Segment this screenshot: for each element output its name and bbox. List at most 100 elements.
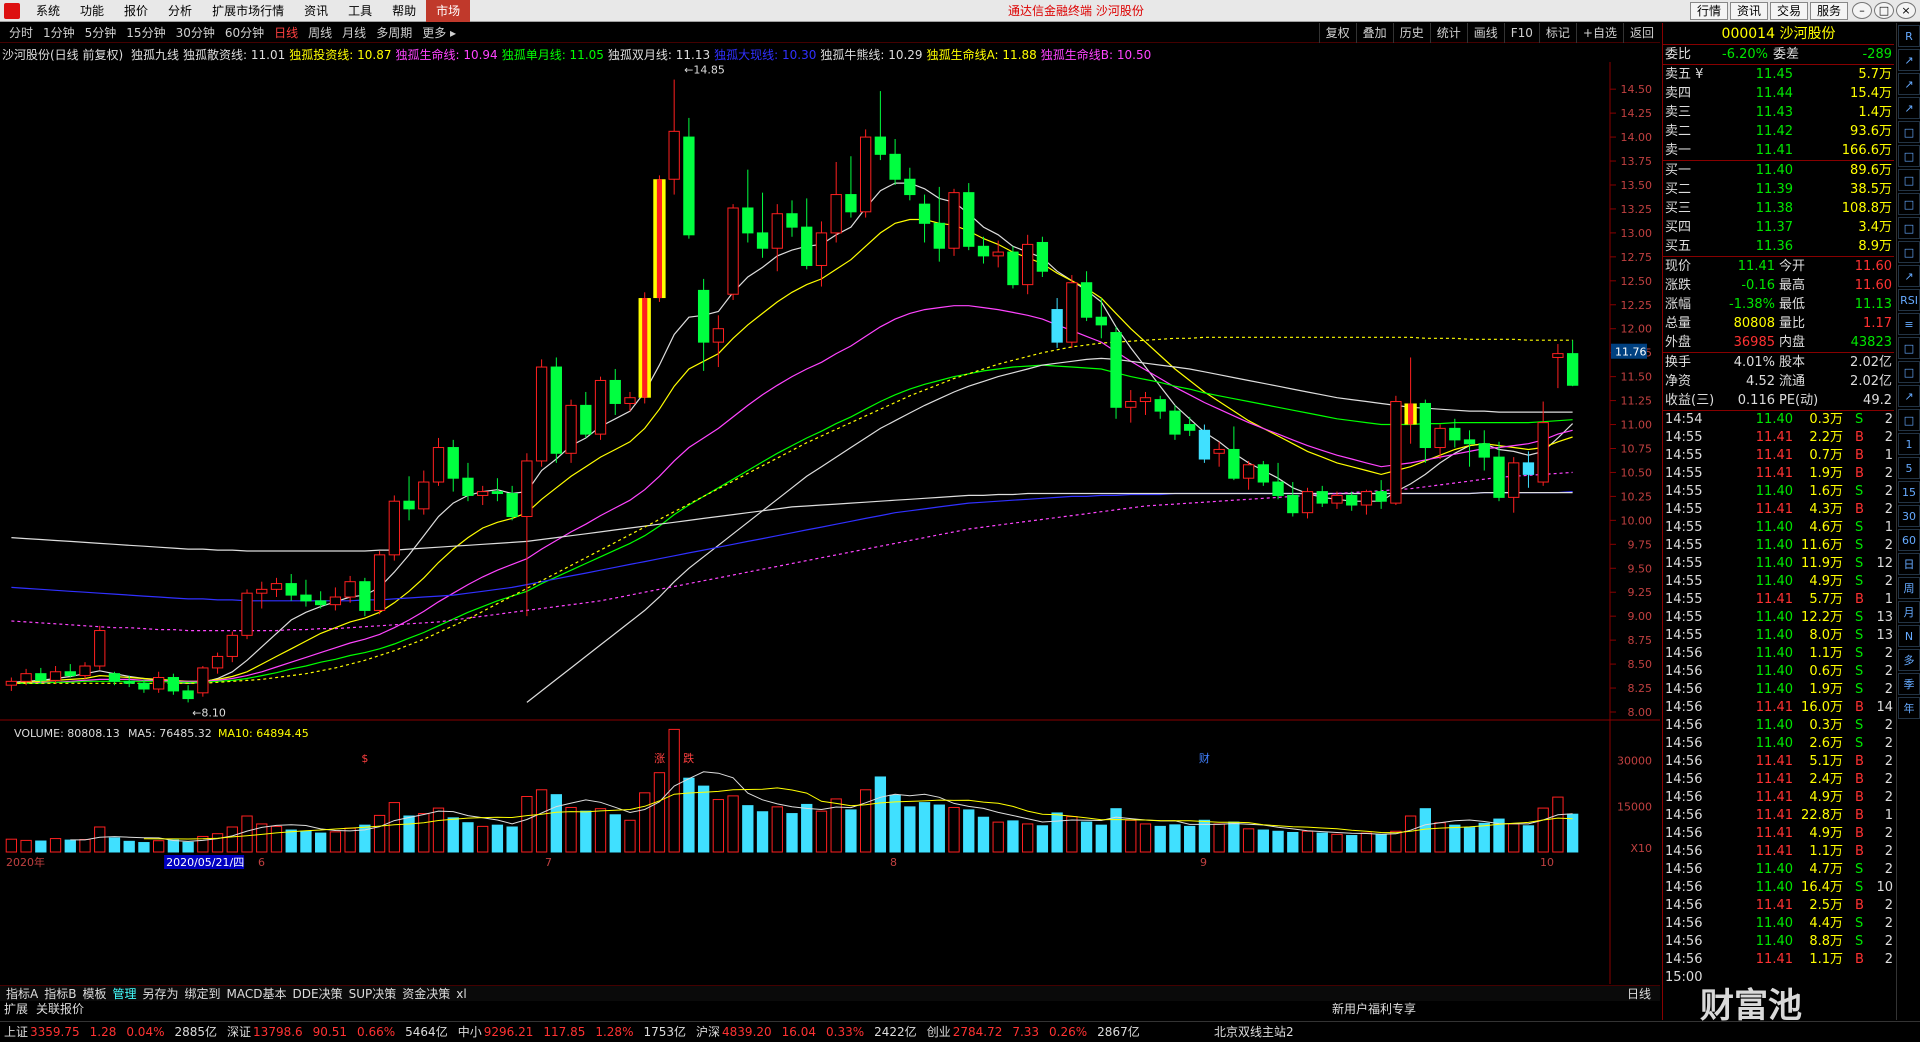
bids-row[interactable]: 买二 11.39 38.5万 — [1663, 180, 1894, 199]
event-marker[interactable]: 财 — [1199, 751, 1210, 765]
strip-tool-icon[interactable]: ↗ — [1898, 49, 1920, 71]
indicator-tab[interactable]: MACD基本 — [224, 986, 290, 1001]
index-quote[interactable]: 沪深 4839.20 16.04 0.33% 2422亿 — [696, 1022, 917, 1042]
menu-tools[interactable]: 工具 — [338, 0, 382, 22]
strip-tool-icon[interactable]: 15 — [1898, 481, 1920, 503]
period-tab[interactable]: 15分钟 — [121, 23, 170, 43]
index-quote[interactable]: 上证 3359.75 1.28 0.04% 2885亿 — [4, 1022, 217, 1042]
strip-tool-icon[interactable]: 1 — [1898, 433, 1920, 455]
stock-header[interactable]: 000014 沙河股份 — [1663, 23, 1894, 45]
tool-button[interactable]: 画线 — [1466, 23, 1504, 43]
period-tab[interactable]: 日线 — [269, 23, 303, 43]
server-label[interactable]: 北京双线主站2 — [1214, 1022, 1294, 1042]
tool-button[interactable]: 历史 — [1392, 23, 1430, 43]
bids-row[interactable]: 买三 11.38 108.8万 — [1663, 199, 1894, 218]
tool-button[interactable]: 复权 — [1318, 23, 1356, 43]
menu-news[interactable]: 资讯 — [294, 0, 338, 22]
bids-row[interactable]: 买一 11.40 89.6万 — [1663, 161, 1894, 180]
strip-tool-icon[interactable]: ↗ — [1898, 73, 1920, 95]
strip-tool-icon[interactable]: 季 — [1898, 673, 1920, 695]
period-tab[interactable]: 5分钟 — [80, 23, 122, 43]
bids-row[interactable]: 买五 11.36 8.9万 — [1663, 237, 1894, 256]
menu-quote[interactable]: 报价 — [114, 0, 158, 22]
bids-row[interactable]: 买四 11.37 3.4万 — [1663, 218, 1894, 237]
asks-row[interactable]: 卖一 11.41 166.6万 — [1663, 141, 1894, 160]
index-quote[interactable]: 深证 13798.6 90.51 0.66% 5464亿 — [227, 1022, 448, 1042]
period-tab[interactable]: 月线 — [337, 23, 371, 43]
indicator-tab[interactable]: 模板 — [79, 986, 109, 1001]
period-tab[interactable]: 多周期 — [371, 23, 417, 43]
asks-row[interactable]: 卖四 11.44 15.4万 — [1663, 84, 1894, 103]
period-tab[interactable]: 1分钟 — [38, 23, 80, 43]
menu-ext-market[interactable]: 扩展市场行情 — [202, 0, 294, 22]
strip-tool-icon[interactable]: □ — [1898, 409, 1920, 431]
strip-tool-icon[interactable]: □ — [1898, 169, 1920, 191]
tool-button[interactable]: 叠加 — [1355, 23, 1393, 43]
indicator-tab[interactable]: xl — [453, 986, 469, 1001]
tool-button[interactable]: 返回 — [1622, 23, 1660, 43]
asks-row[interactable]: 卖五 ¥ 11.45 5.7万 — [1663, 65, 1894, 84]
indicator-tab[interactable]: DDE决策 — [290, 986, 346, 1001]
strip-tool-icon[interactable]: 周 — [1898, 577, 1920, 599]
asks-row[interactable]: 卖三 11.43 1.4万 — [1663, 103, 1894, 122]
maximize-icon[interactable]: □ — [1874, 2, 1894, 19]
indicator-tab[interactable]: SUP决策 — [346, 986, 400, 1001]
tab-related-quote[interactable]: 关联报价 — [32, 1001, 88, 1018]
tool-button[interactable]: 标记 — [1538, 23, 1576, 43]
period-tab[interactable]: 周线 — [303, 23, 337, 43]
promo-link[interactable]: 新用户福利专享 — [1328, 1001, 1420, 1018]
strip-tool-icon[interactable]: ≡ — [1898, 313, 1920, 335]
strip-tool-icon[interactable]: R — [1898, 25, 1920, 47]
period-tab[interactable]: 分时 — [4, 23, 38, 43]
asks-row[interactable]: 卖二 11.42 93.6万 — [1663, 122, 1894, 141]
strip-tool-icon[interactable]: □ — [1898, 121, 1920, 143]
strip-tool-icon[interactable]: 60 — [1898, 529, 1920, 551]
tab-extend[interactable]: 扩展 — [0, 1001, 32, 1018]
service-button[interactable]: 服务 — [1809, 2, 1848, 20]
tool-button[interactable]: +自选 — [1575, 23, 1623, 43]
strip-tool-icon[interactable]: 多 — [1898, 649, 1920, 671]
kline-chart[interactable]: 14.50 14.25 14.00 13.75 13.50 13.25 13.00 12.75… — [0, 62, 1660, 984]
period-tab[interactable]: 60分钟 — [220, 23, 269, 43]
strip-tool-icon[interactable]: ↗ — [1898, 265, 1920, 287]
menu-analysis[interactable]: 分析 — [158, 0, 202, 22]
tick-list[interactable]: 14:54 11.40 0.3万 S 2 14:55 11.41 2.2万 B 2 14:55 11.… — [1663, 411, 1894, 987]
trade-button[interactable]: 交易 — [1769, 2, 1808, 20]
strip-tool-icon[interactable]: 月 — [1898, 601, 1920, 623]
menu-function[interactable]: 功能 — [70, 0, 114, 22]
strip-tool-icon[interactable]: □ — [1898, 337, 1920, 359]
strip-tool-icon[interactable]: ↗ — [1898, 385, 1920, 407]
indicator-tab[interactable]: 指标A — [3, 986, 41, 1001]
indicator-tab[interactable]: 资金决策 — [399, 986, 453, 1001]
kline-svg[interactable]: 14.50 14.25 14.00 13.75 13.50 13.25 13.00 12.75… — [0, 62, 1660, 984]
strip-tool-icon[interactable]: □ — [1898, 217, 1920, 239]
menu-help[interactable]: 帮助 — [382, 0, 426, 22]
strip-tool-icon[interactable]: ↗ — [1898, 97, 1920, 119]
period-tab[interactable]: 30分钟 — [171, 23, 220, 43]
strip-tool-icon[interactable]: 日 — [1898, 553, 1920, 575]
close-icon[interactable]: × — [1896, 2, 1916, 19]
strip-tool-icon[interactable]: 5 — [1898, 457, 1920, 479]
menu-market[interactable]: 市场 — [426, 0, 471, 22]
menu-system[interactable]: 系统 — [26, 0, 70, 22]
strip-tool-icon[interactable]: □ — [1898, 193, 1920, 215]
indicator-tab[interactable]: 另存为 — [139, 986, 181, 1001]
news-button[interactable]: 资讯 — [1729, 2, 1768, 20]
event-marker[interactable]: $ — [361, 752, 368, 765]
strip-tool-icon[interactable]: 30 — [1898, 505, 1920, 527]
strip-tool-icon[interactable]: □ — [1898, 361, 1920, 383]
indicator-tab[interactable]: 指标B — [41, 986, 79, 1001]
strip-tool-icon[interactable]: RSI — [1898, 289, 1920, 311]
tool-button[interactable]: F10 — [1503, 23, 1539, 43]
strip-tool-icon[interactable]: □ — [1898, 241, 1920, 263]
minimize-icon[interactable]: – — [1852, 2, 1872, 19]
strip-tool-icon[interactable]: □ — [1898, 145, 1920, 167]
index-quote[interactable]: 中小 9296.21 117.85 1.28% 1753亿 — [458, 1022, 686, 1042]
indicator-tab[interactable]: 管理 — [109, 986, 139, 1001]
tool-button[interactable]: 统计 — [1429, 23, 1467, 43]
quote-button[interactable]: 行情 — [1689, 2, 1728, 20]
strip-tool-icon[interactable]: N — [1898, 625, 1920, 647]
index-quote[interactable]: 创业 2784.72 7.33 0.26% 2867亿 — [927, 1022, 1140, 1042]
period-tab[interactable]: 更多 ▸ — [417, 23, 461, 43]
indicator-tab[interactable]: 绑定到 — [182, 986, 224, 1001]
